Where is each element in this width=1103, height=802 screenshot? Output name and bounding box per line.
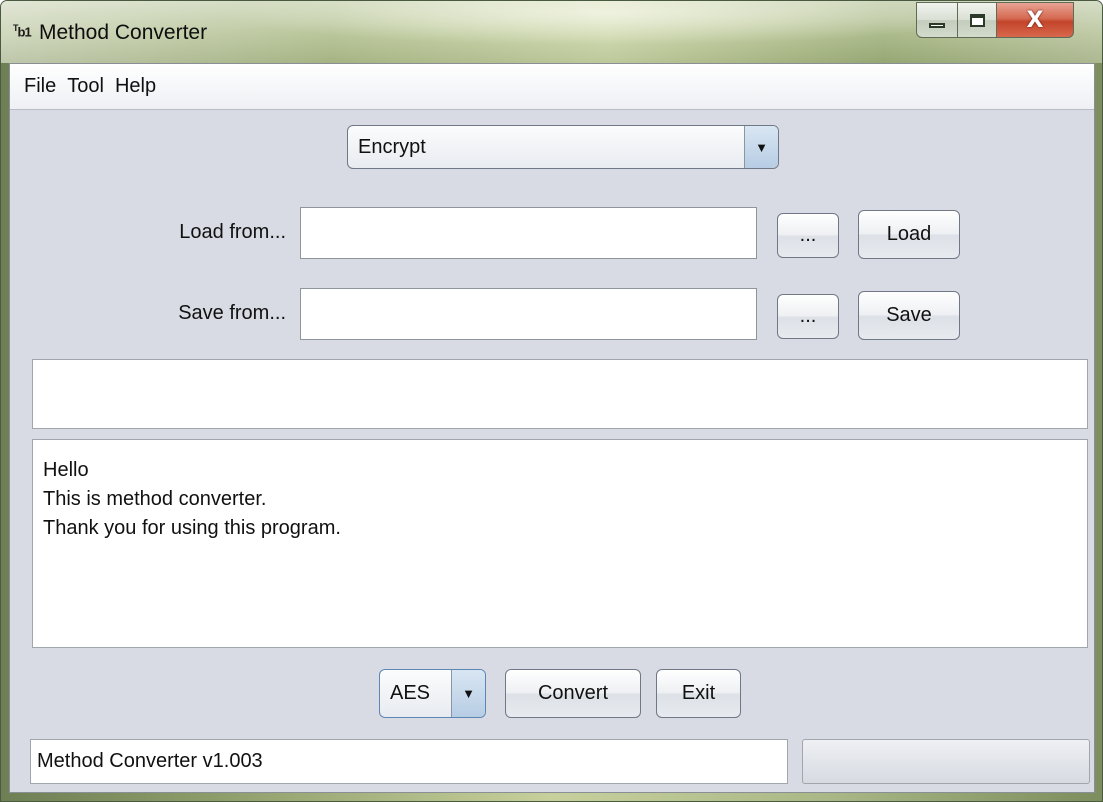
status-label: Method Converter v1.003 xyxy=(37,750,263,772)
convert-button[interactable]: Convert xyxy=(505,669,641,718)
minimize-button[interactable] xyxy=(916,2,958,38)
log-area[interactable]: Hello This is method converter. Thank yo… xyxy=(32,439,1088,648)
log-line: Thank you for using this program. xyxy=(43,517,341,539)
chevron-down-icon[interactable]: ▼ xyxy=(451,670,485,717)
load-button[interactable]: Load xyxy=(858,210,960,259)
menu-bar: File Tool Help xyxy=(10,64,1094,110)
status-text: Method Converter v1.003 xyxy=(30,739,788,784)
log-line: This is method converter. xyxy=(43,488,267,510)
algorithm-select[interactable]: AES ▼ xyxy=(379,669,486,718)
save-button[interactable]: Save xyxy=(858,291,960,340)
close-button[interactable]: X xyxy=(996,2,1074,38)
load-browse-button[interactable]: ... xyxy=(777,213,839,258)
exit-button[interactable]: Exit xyxy=(656,669,741,718)
mode-select[interactable]: Encrypt ▼ xyxy=(347,125,779,169)
mode-select-value: Encrypt xyxy=(358,135,426,158)
save-from-label: Save from... xyxy=(178,302,286,324)
minimize-icon xyxy=(929,22,945,28)
maximize-button[interactable] xyxy=(957,2,997,38)
menu-file[interactable]: File xyxy=(24,75,56,98)
save-browse-button[interactable]: ... xyxy=(777,294,839,339)
chevron-down-icon[interactable]: ▼ xyxy=(744,126,778,168)
window-title: Method Converter xyxy=(39,21,208,44)
client-area: File Tool Help Encrypt ▼ Load from... ..… xyxy=(9,63,1095,793)
load-path-input[interactable] xyxy=(300,207,757,259)
title-bar[interactable]: Tb1 Method Converter X xyxy=(1,1,1102,63)
load-from-label: Load from... xyxy=(179,221,286,243)
app-icon: Tb1 xyxy=(13,23,32,40)
save-path-input[interactable] xyxy=(300,288,757,340)
maximize-icon xyxy=(969,13,985,27)
menu-tool[interactable]: Tool xyxy=(67,75,104,98)
app-window: Tb1 Method Converter X File Tool Help En… xyxy=(0,0,1103,802)
algorithm-select-value: AES xyxy=(390,682,431,704)
menu-help[interactable]: Help xyxy=(115,75,156,98)
input-panel[interactable] xyxy=(32,359,1088,429)
close-icon: X xyxy=(1026,7,1044,33)
status-progress xyxy=(802,739,1090,784)
log-line: Hello xyxy=(43,459,89,481)
